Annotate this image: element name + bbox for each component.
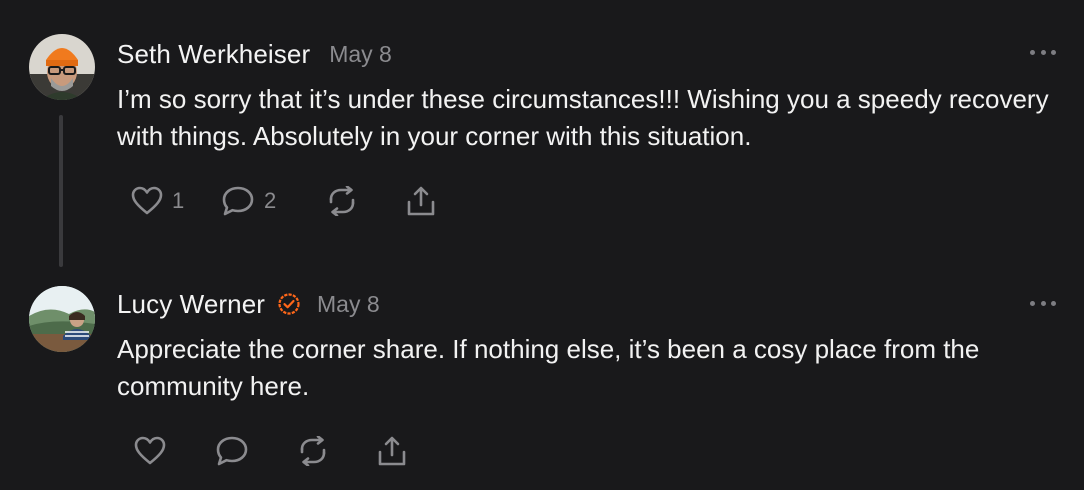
share-button[interactable]: [377, 435, 407, 467]
comment-bubble-icon: [216, 436, 248, 466]
heart-icon: [131, 186, 163, 215]
comment-body: Appreciate the corner share. If nothing …: [117, 334, 980, 401]
more-options-icon[interactable]: [1030, 45, 1056, 59]
comment-actions: 1 2: [131, 180, 436, 222]
avatar[interactable]: [29, 286, 95, 352]
restack-icon: [329, 186, 355, 216]
comment-header: Lucy Werner May 8: [117, 286, 380, 322]
author-name[interactable]: Seth Werkheiser: [117, 39, 310, 70]
comment-bubble-icon: [222, 186, 254, 216]
like-button[interactable]: 1: [131, 186, 221, 216]
author-name[interactable]: Lucy Werner: [117, 289, 265, 320]
more-options-icon[interactable]: [1030, 296, 1056, 310]
share-button[interactable]: [406, 185, 436, 217]
comment: Lucy Werner May 8 Appreciate the corner …: [0, 280, 1084, 490]
restack-button[interactable]: [297, 436, 377, 466]
thread-line: [59, 115, 63, 267]
reply-button[interactable]: [215, 435, 297, 467]
restack-button[interactable]: [326, 186, 406, 216]
verified-badge-icon: [277, 292, 301, 316]
reply-button[interactable]: 2: [221, 185, 326, 217]
comment-date[interactable]: May 8: [329, 41, 392, 68]
avatar[interactable]: [29, 34, 95, 100]
reply-count: 2: [264, 188, 277, 213]
comment-body: I’m so sorry that it’s under these circu…: [117, 84, 1049, 151]
like-count: 1: [172, 188, 185, 213]
share-icon: [407, 186, 435, 216]
comment-actions: [134, 430, 407, 472]
restack-icon: [300, 436, 326, 466]
share-icon: [378, 436, 406, 466]
woman-landscape-avatar-icon: [29, 286, 95, 352]
comment-header: Seth Werkheiser May 8: [117, 36, 392, 72]
man-with-orange-beanie-avatar-icon: [29, 34, 95, 100]
heart-icon: [134, 436, 166, 465]
comment: Seth Werkheiser May 8 I’m so sorry that …: [0, 0, 1084, 270]
comment-date[interactable]: May 8: [317, 291, 380, 318]
like-button[interactable]: [134, 436, 215, 466]
